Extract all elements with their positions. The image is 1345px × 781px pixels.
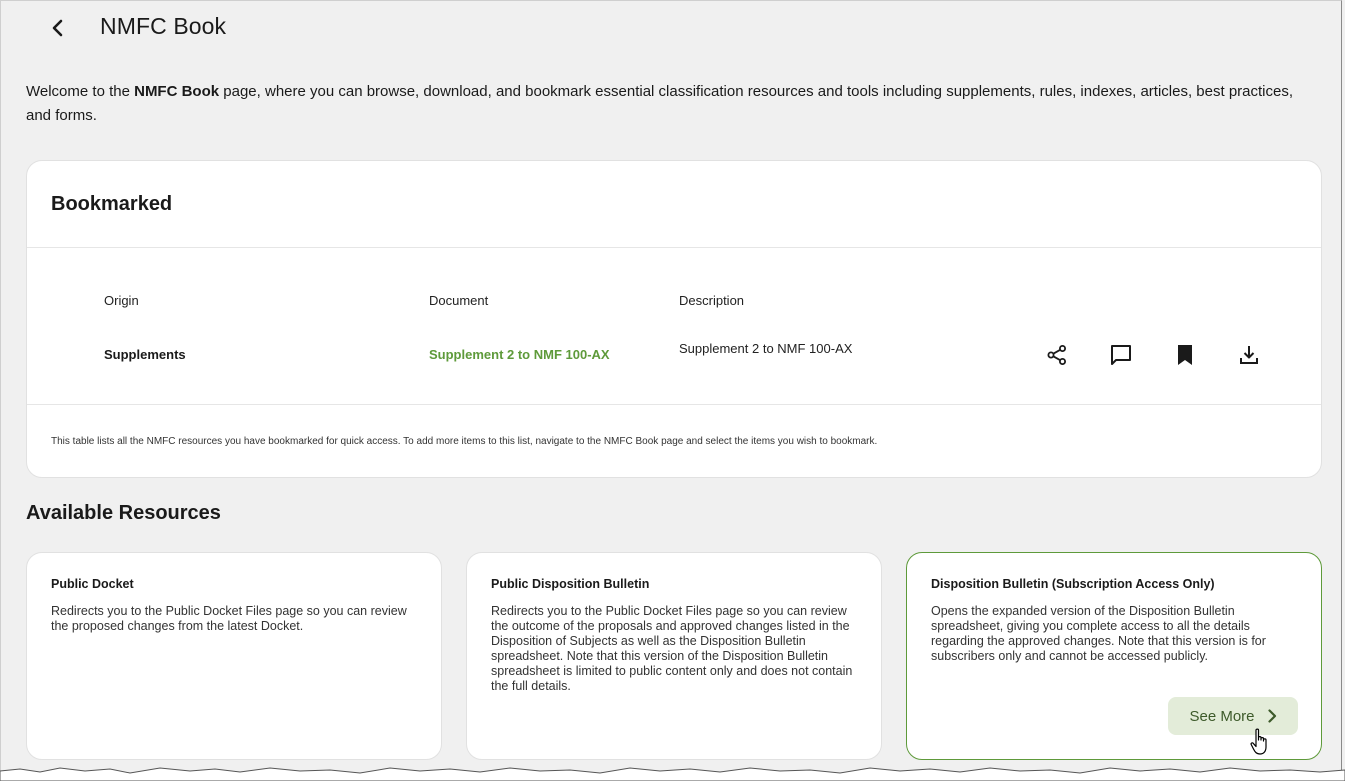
page-title: NMFC Book xyxy=(100,13,227,39)
row-origin: Supplements xyxy=(104,347,186,362)
resource-card-title: Disposition Bulletin (Subscription Acces… xyxy=(931,577,1215,591)
download-icon xyxy=(1240,346,1258,364)
download-button[interactable] xyxy=(1235,341,1263,369)
resource-card-title: Public Disposition Bulletin xyxy=(491,577,650,591)
resource-card-public-docket[interactable]: Public Docket Redirects you to the Publi… xyxy=(26,552,442,760)
share-icon xyxy=(1047,345,1066,365)
intro-prefix: Welcome to the xyxy=(26,83,135,100)
chevron-left-icon xyxy=(52,19,63,37)
bookmarked-title: Bookmarked xyxy=(51,193,173,215)
divider xyxy=(27,247,1321,248)
column-header-document: Document xyxy=(429,293,489,308)
comment-icon xyxy=(1111,345,1131,365)
resource-card-description: Opens the expanded version of the Dispos… xyxy=(931,604,1266,663)
divider xyxy=(27,404,1321,405)
comment-button[interactable] xyxy=(1107,341,1135,369)
column-header-origin: Origin xyxy=(104,293,139,308)
resource-card-public-disposition-bulletin[interactable]: Public Disposition Bulletin Redirects yo… xyxy=(466,552,882,760)
bookmarked-card: Bookmarked Origin Document Description S… xyxy=(26,160,1322,478)
intro-text: Welcome to the NMFC Book page, where you… xyxy=(26,80,1316,128)
back-button[interactable] xyxy=(44,14,72,42)
see-more-button[interactable]: See More xyxy=(1168,697,1298,735)
hand-cursor-icon xyxy=(1250,728,1267,755)
row-document-link[interactable]: Supplement 2 to NMF 100-AX xyxy=(429,347,610,362)
torn-edge xyxy=(0,767,1345,781)
intro-bold: NMFC Book xyxy=(134,83,220,100)
chevron-right-icon xyxy=(1267,709,1276,723)
resource-card-title: Public Docket xyxy=(51,577,134,591)
share-button[interactable] xyxy=(1043,341,1071,369)
resource-card-description: Redirects you to the Public Docket Files… xyxy=(51,604,407,633)
bookmarked-footnote: This table lists all the NMFC resources … xyxy=(51,436,878,447)
available-resources-title: Available Resources xyxy=(26,502,221,524)
row-description: Supplement 2 to NMF 100-AX xyxy=(679,341,853,356)
bookmark-icon xyxy=(1178,345,1192,365)
see-more-label: See More xyxy=(1189,707,1255,725)
column-header-description: Description xyxy=(679,293,745,308)
resource-card-description: Redirects you to the Public Docket Files… xyxy=(491,604,853,693)
bookmark-button[interactable] xyxy=(1171,341,1199,369)
